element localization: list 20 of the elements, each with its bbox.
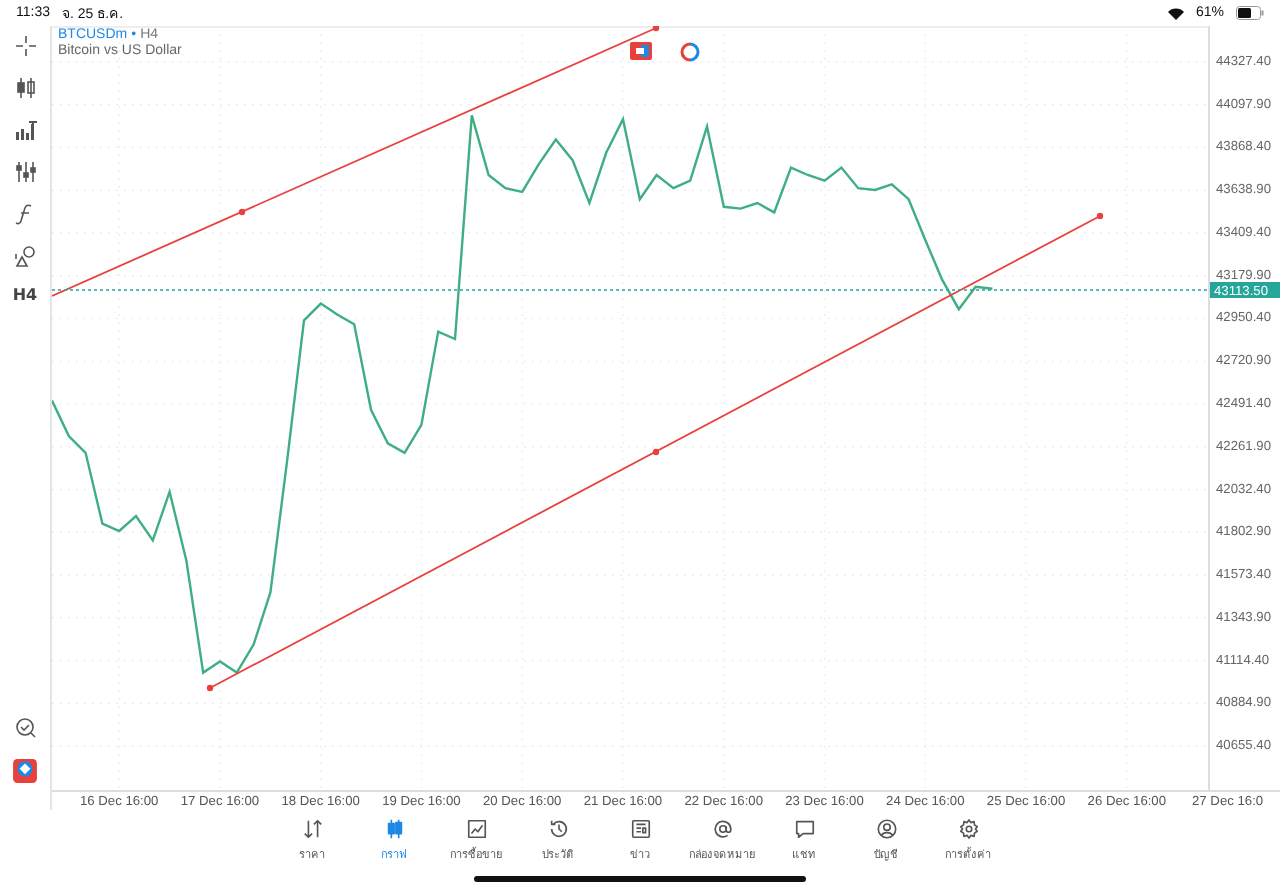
newspaper-icon xyxy=(629,818,651,840)
settings-icon xyxy=(957,818,979,840)
app-logo-icon[interactable] xyxy=(12,758,38,784)
arrows-up-down-icon xyxy=(301,818,323,840)
candlestick-icon xyxy=(383,818,405,840)
battery-icon xyxy=(1236,6,1264,20)
candlestick-icon[interactable] xyxy=(13,76,37,100)
person-icon xyxy=(875,818,897,840)
wifi-icon xyxy=(1167,7,1184,19)
line-chart-icon xyxy=(465,818,487,840)
timeframe-button[interactable]: H4 xyxy=(12,286,38,304)
speech-bubble-icon xyxy=(793,818,815,840)
at-sign-icon xyxy=(711,818,733,840)
shapes-icon[interactable] xyxy=(13,244,37,268)
crosshair-icon[interactable] xyxy=(13,34,37,58)
history-icon xyxy=(547,818,569,840)
function-icon[interactable] xyxy=(13,202,37,226)
indicators-icon[interactable] xyxy=(13,118,37,142)
sliders-icon[interactable] xyxy=(13,160,37,184)
ring-icon[interactable] xyxy=(680,42,700,62)
